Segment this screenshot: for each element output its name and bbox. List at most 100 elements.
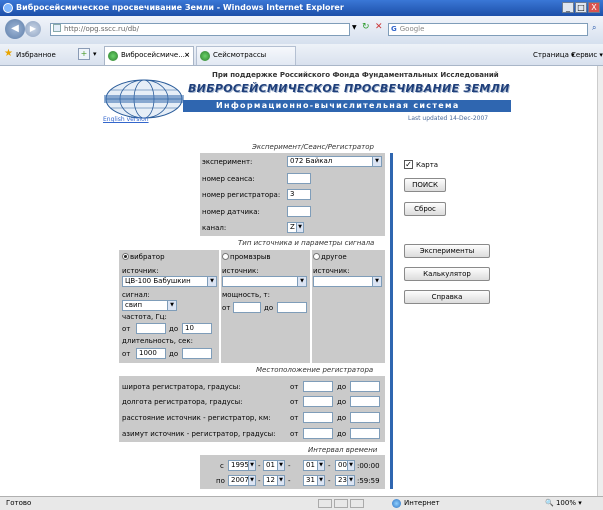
favorites-star-icon[interactable]: ★ (4, 48, 13, 59)
reset-button[interactable]: Сброс (404, 202, 446, 216)
search-box[interactable]: G Google (388, 23, 588, 36)
tab-seismotraces[interactable]: Сейсмотрассы (196, 46, 296, 65)
tab-close-icon[interactable]: × (184, 47, 190, 64)
other-source-select[interactable]: ▼ (313, 276, 382, 287)
chevron-down-icon: ▼ (248, 476, 255, 485)
from-month-value: 01 (266, 461, 275, 469)
radio-blast-label: промвзрыв (230, 253, 271, 261)
power-label: мощность, т: (222, 291, 270, 299)
maximize-button[interactable]: □ (575, 2, 587, 13)
azimuth-to-input[interactable] (350, 428, 380, 439)
azimuth-from-input[interactable] (303, 428, 333, 439)
radio-vibrator[interactable]: вибратор (122, 253, 165, 261)
distance-to-input[interactable] (350, 412, 380, 423)
add-favorites-icon[interactable]: + (78, 48, 90, 60)
tab-bar (0, 44, 603, 66)
service-menu[interactable]: Сервис ▾ (571, 51, 603, 59)
distance-from-input[interactable] (303, 412, 333, 423)
freq-label: частота, Гц: (122, 313, 167, 321)
latitude-from-input[interactable] (303, 381, 333, 392)
from-year-select[interactable]: 1995 ▼ (228, 460, 256, 471)
radio-other[interactable]: другое (313, 253, 347, 261)
close-button[interactable]: X (588, 2, 600, 13)
blast-source-select[interactable]: ▼ (222, 276, 307, 287)
stop-icon[interactable]: ✕ (375, 22, 383, 32)
radio-blast[interactable]: промвзрыв (222, 253, 271, 261)
refresh-icon[interactable]: ↻ (362, 22, 370, 32)
chevron-down-icon: ▼ (317, 476, 324, 485)
dash: - (288, 462, 291, 470)
chevron-down-icon: ▼ (248, 461, 255, 470)
chevron-down-icon: ▼ (277, 461, 284, 470)
page-menu[interactable]: Страница ▾ (533, 51, 575, 59)
tab-seismotraces-label: Сейсмотрассы (213, 51, 267, 59)
power-to-input[interactable] (277, 302, 307, 313)
latitude-to-input[interactable] (350, 381, 380, 392)
experiment-select[interactable]: 072 Байкал ▼ (287, 156, 382, 167)
forward-button[interactable]: ▶ (25, 21, 41, 37)
experiments-button[interactable]: Эксперименты (404, 244, 490, 258)
from-day-select[interactable]: 01 ▼ (303, 460, 325, 471)
minimize-button[interactable]: _ (562, 2, 574, 13)
location-row-from-label: от (290, 430, 299, 438)
freq-to-input[interactable]: 10 (182, 323, 212, 334)
tab-page-icon (108, 51, 118, 61)
duration-from-input[interactable]: 1000 (136, 348, 166, 359)
location-row-to-label: до (337, 383, 347, 391)
search-go-icon[interactable]: ⌕ (592, 23, 596, 33)
zoom-control[interactable]: 🔍 100% ▾ (545, 497, 582, 510)
last-updated: Last updated 14-Dec-2007 (408, 115, 489, 122)
to-month-select[interactable]: 12 ▼ (263, 475, 285, 486)
from-day-value: 01 (306, 461, 315, 469)
map-checkbox[interactable]: ✓ (404, 160, 413, 169)
window-title: Вибросейсмическое просвечивание Земли - … (16, 3, 344, 12)
chevron-down-icon: ▼ (277, 476, 284, 485)
calculator-button[interactable]: Калькулятор (404, 267, 490, 281)
chevron-down-icon: ▼ (207, 277, 216, 286)
vibrator-source-select[interactable]: ЦВ-100 Бабушкин ▼ (122, 276, 217, 287)
support-text: При поддержке Российского Фонда Фундамен… (212, 71, 499, 79)
experiment-value: 072 Байкал (290, 157, 333, 165)
back-button[interactable]: ◀ (5, 19, 25, 39)
signal-select[interactable]: свип ▼ (122, 300, 177, 311)
session-input[interactable] (287, 173, 311, 184)
experiment-label: эксперимент: (202, 158, 253, 166)
longitude-to-input[interactable] (350, 396, 380, 407)
other-source-label: источник: (313, 267, 350, 275)
to-year-select[interactable]: 2007 ▼ (228, 475, 256, 486)
tab-vibro[interactable]: Вибросейсмиче... × (104, 46, 194, 65)
search-button[interactable]: ПОИСК (404, 178, 446, 192)
service-menu-label: Сервис (571, 51, 598, 59)
from-month-select[interactable]: 01 ▼ (263, 460, 285, 471)
channel-value: Z (290, 223, 295, 231)
source-divider-2 (310, 250, 312, 363)
tab-list-icon[interactable]: ▾ (93, 48, 103, 60)
radio-other-label: другое (321, 253, 347, 261)
from-year-value: 1995 (231, 461, 249, 469)
site-title: ВИБРОСЕЙСМИЧЕСКОЕ ПРОСВЕЧИВАНИЕ ЗЕМЛИ (188, 82, 510, 95)
freq-from-label: от (122, 325, 131, 333)
channel-select[interactable]: Z ▼ (287, 222, 304, 233)
chevron-down-icon: ▼ (296, 223, 303, 232)
longitude-from-input[interactable] (303, 396, 333, 407)
duration-to-input[interactable] (182, 348, 212, 359)
address-bar[interactable]: http://opg.sscc.ru/db/ (50, 23, 350, 36)
english-version-link[interactable]: English version (103, 116, 149, 123)
to-hour-select[interactable]: 23 ▼ (335, 475, 355, 486)
sensor-input[interactable] (287, 206, 311, 217)
globe-logo-icon (104, 79, 184, 119)
freq-from-input[interactable] (136, 323, 166, 334)
vertical-scrollbar[interactable] (597, 66, 603, 496)
help-button[interactable]: Справка (404, 290, 490, 304)
site-subtitle: Информационно-вычислительная система (216, 101, 460, 110)
favorites-label[interactable]: Избранное (16, 51, 56, 59)
chevron-down-icon: ▼ (372, 277, 381, 286)
location-section-title: Местоположение регистратора (256, 366, 374, 374)
from-hour-select[interactable]: 00 ▼ (335, 460, 355, 471)
recorder-input[interactable]: 3 (287, 189, 311, 200)
to-day-select[interactable]: 31 ▼ (303, 475, 325, 486)
signal-label: сигнал: (122, 291, 150, 299)
dash: - (258, 477, 261, 485)
address-dropdown-icon[interactable]: ▼ (352, 24, 357, 31)
power-from-input[interactable] (233, 302, 261, 313)
